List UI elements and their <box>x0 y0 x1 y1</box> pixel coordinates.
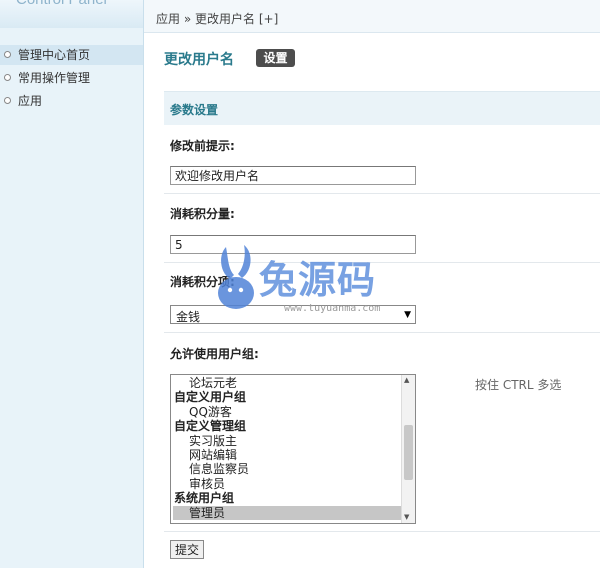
scrollbar-thumb[interactable] <box>404 425 413 480</box>
control-panel-title: Control Panel <box>16 0 107 8</box>
hint-label: 修改前提示: <box>170 139 235 153</box>
group-option[interactable]: 网站编辑 <box>173 448 401 462</box>
group-option[interactable]: 管理员 <box>173 505 401 520</box>
group-option[interactable]: QQ游客 <box>173 405 401 419</box>
breadcrumb: 应用 » 更改用户名 [+] <box>156 10 278 27</box>
user-groups-label: 允许使用用户组: <box>170 347 259 361</box>
rabbit-logo-icon <box>218 245 254 309</box>
scrollbar[interactable]: ▲ ▼ <box>401 375 415 523</box>
sidebar-item-apps[interactable]: 应用 <box>0 91 143 111</box>
credit-type-value: 金钱 <box>176 310 201 324</box>
breadcrumb-current: 更改用户名 <box>195 12 256 26</box>
row-divider <box>164 193 600 194</box>
sidebar-item-home[interactable]: 管理中心首页 <box>0 45 143 65</box>
group-option[interactable]: 信息监察员 <box>173 462 401 476</box>
group-header-option[interactable]: 系统用户组 <box>174 491 402 505</box>
watermark: 兔源码 www.tuyuanma.com <box>214 245 394 325</box>
scroll-down-icon[interactable]: ▼ <box>404 513 409 521</box>
breadcrumb-bar: 应用 » 更改用户名 [+] <box>144 0 600 33</box>
bullet-icon <box>4 74 11 81</box>
breadcrumb-separator: » <box>183 12 192 26</box>
bullet-icon <box>4 51 11 58</box>
section-title: 参数设置 <box>170 103 219 117</box>
group-option[interactable]: 审核员 <box>173 477 401 491</box>
hint-input[interactable] <box>170 166 416 185</box>
group-header-option[interactable]: 自定义管理组 <box>174 419 402 433</box>
watermark-url: www.tuyuanma.com <box>284 303 381 314</box>
group-option[interactable]: 论坛元老 <box>173 376 401 390</box>
scroll-up-icon[interactable]: ▲ <box>404 376 409 384</box>
breadcrumb-root-link[interactable]: 应用 <box>156 12 180 26</box>
watermark-text: 兔源码 <box>259 258 377 302</box>
sidebar-item-label: 常用操作管理 <box>18 71 91 85</box>
credit-amount-label: 消耗积分量: <box>170 207 235 221</box>
multiselect-hint: 按住 CTRL 多选 <box>475 378 562 392</box>
add-shortcut-link[interactable]: [+] <box>259 12 278 26</box>
section-header: 参数设置 <box>164 91 600 125</box>
group-header-option[interactable]: 自定义用户组 <box>174 390 402 404</box>
group-option[interactable]: 实习版主 <box>173 434 401 448</box>
submit-button[interactable]: 提交 <box>170 540 204 559</box>
sidebar-item-common-ops[interactable]: 常用操作管理 <box>0 68 143 88</box>
row-divider <box>164 332 600 333</box>
sidebar-item-label: 应用 <box>18 94 43 108</box>
bullet-icon <box>4 97 11 104</box>
control-panel-logo: Control Panel <box>0 0 143 28</box>
row-divider <box>164 531 600 532</box>
user-group-multiselect[interactable]: 论坛元老 自定义用户组 QQ游客 自定义管理组 实习版主 网站编辑 信息监察员 审核员 系统用户… <box>170 374 416 524</box>
sidebar: Control Panel 管理中心首页 常用操作管理 应用 <box>0 0 144 568</box>
sidebar-item-label: 管理中心首页 <box>18 48 91 62</box>
tab-settings[interactable]: 设置 <box>256 49 295 67</box>
dropdown-arrow-icon: ▼ <box>404 310 411 320</box>
page-title: 更改用户名 <box>164 52 234 68</box>
